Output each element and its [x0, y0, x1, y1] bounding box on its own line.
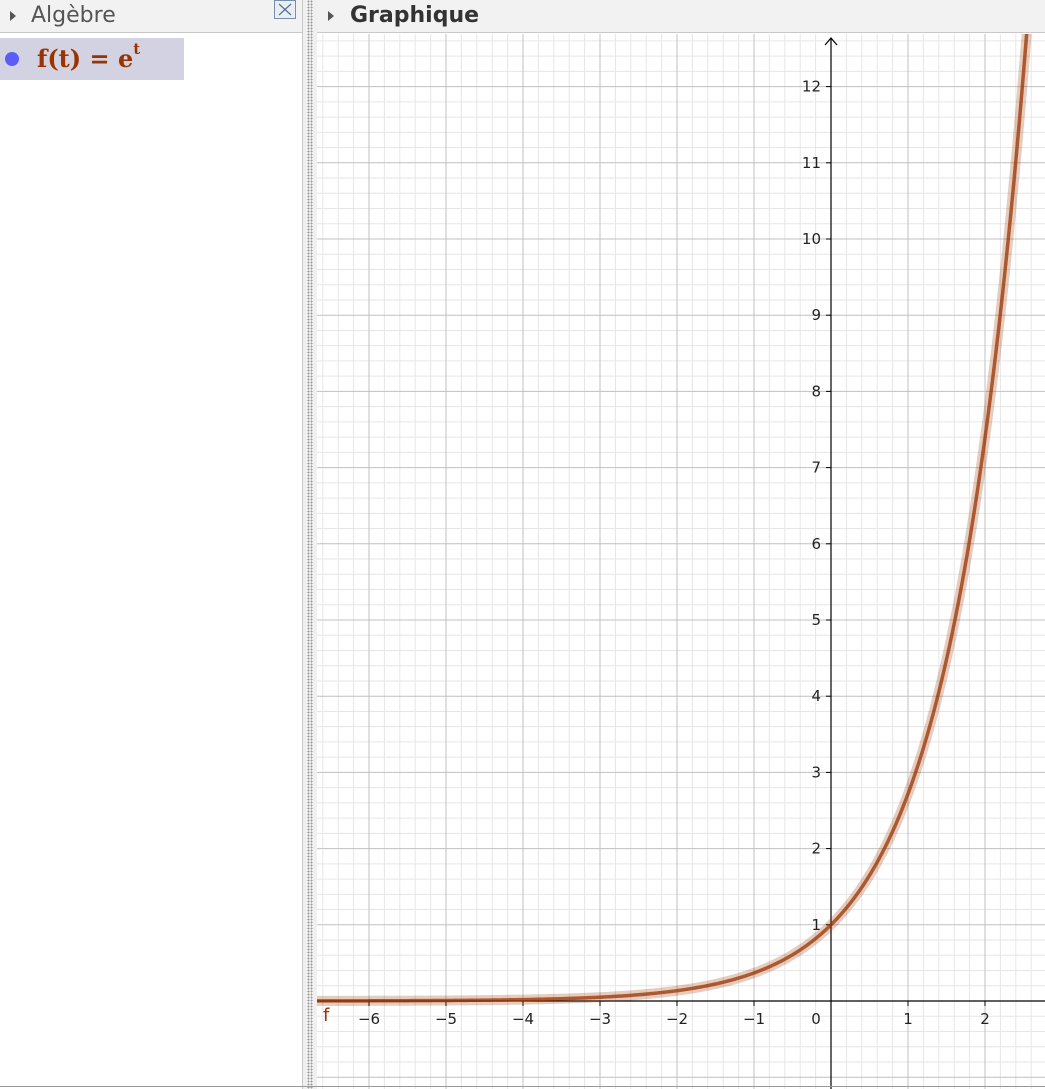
x-tick-label: −4: [512, 1010, 534, 1028]
exp-base: e: [117, 44, 134, 73]
algebra-collapse-toggle-icon[interactable]: [10, 11, 16, 21]
visibility-toggle-dot-icon[interactable]: [5, 52, 19, 66]
function-curve-f: [317, 34, 1029, 1003]
y-tick-label: 10: [802, 230, 821, 248]
graphics-collapse-toggle-icon[interactable]: [328, 11, 334, 21]
function-label-f: f: [323, 1005, 330, 1026]
y-tick-label: 5: [811, 611, 821, 629]
algebra-expression: f(t) = et: [37, 40, 140, 73]
y-tick-label: 8: [811, 382, 821, 400]
y-tick-label: 2: [811, 840, 821, 858]
splitter-grip: [307, 0, 313, 1089]
algebra-panel-header: Algèbre: [0, 0, 302, 33]
function-curve-group[interactable]: f: [317, 34, 1032, 1026]
x-tick-label: −6: [358, 1010, 380, 1028]
x-tick-label: −2: [666, 1010, 688, 1028]
x-tick-label: −5: [435, 1010, 457, 1028]
algebra-panel-title: Algèbre: [31, 3, 116, 28]
function-lhs: f(t): [37, 44, 82, 73]
y-tick-label: 7: [811, 459, 821, 477]
algebra-close-button[interactable]: [274, 0, 296, 19]
x-tick-label: −3: [589, 1010, 611, 1028]
y-tick-label: 6: [811, 535, 821, 553]
minor-grid: [317, 34, 1045, 1089]
exp-exponent: t: [133, 40, 141, 58]
algebra-view: f(t) = et: [0, 33, 302, 1089]
axes: [317, 37, 1045, 1089]
graphics-view[interactable]: −6 −5 −4 −3 −2 −1 0 1 2 1 2 3 4 5 6 7 8 9 10 11 12 f: [317, 34, 1045, 1089]
close-icon: [278, 3, 292, 16]
function-curve-halo: [317, 34, 1032, 1006]
x-tick-label: 2: [980, 1010, 990, 1028]
y-tick-label: 3: [811, 763, 821, 781]
x-tick-label: 1: [903, 1010, 913, 1028]
panel-splitter[interactable]: [302, 0, 317, 1089]
graphics-panel-header: Graphique: [317, 0, 1045, 33]
x-tick-label: 0: [811, 1010, 821, 1028]
equals-sign: =: [89, 44, 110, 73]
algebra-item-f[interactable]: f(t) = et: [0, 38, 184, 80]
y-tick-label: 9: [811, 306, 821, 324]
major-grid: [317, 34, 1045, 1089]
y-tick-label: 12: [802, 78, 821, 96]
x-tick-label: −1: [743, 1010, 765, 1028]
graphics-panel-title: Graphique: [350, 3, 480, 28]
tick-labels: −6 −5 −4 −3 −2 −1 0 1 2123456789101112: [358, 78, 990, 1028]
graph-canvas[interactable]: −6 −5 −4 −3 −2 −1 0 1 2123456789101112 f: [317, 34, 1045, 1089]
y-tick-label: 11: [802, 154, 821, 172]
window-bottom-border: [0, 1086, 1045, 1087]
y-tick-label: 4: [811, 687, 821, 705]
